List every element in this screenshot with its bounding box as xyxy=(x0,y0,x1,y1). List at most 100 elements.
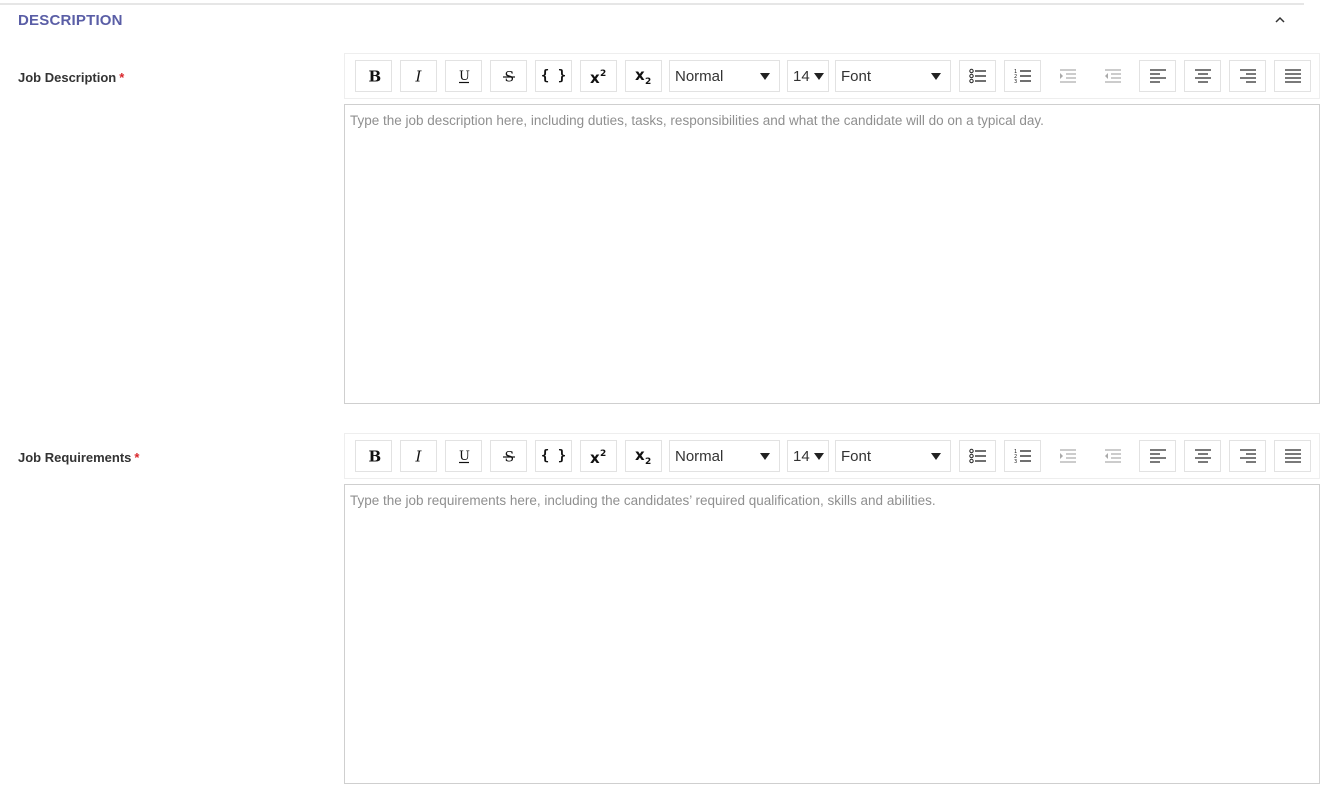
svg-text:x: x xyxy=(635,68,645,84)
svg-text:2: 2 xyxy=(645,77,651,84)
font-size-select[interactable]: 14 xyxy=(787,440,829,472)
subscript-button[interactable]: x2 xyxy=(625,60,662,92)
subscript-icon: x2 xyxy=(635,448,651,464)
underline-icon: U xyxy=(458,69,470,84)
caret-down-icon xyxy=(931,453,941,460)
bullet-list-icon xyxy=(968,68,986,84)
caret-down-icon xyxy=(814,73,824,80)
job-requirements-placeholder: Type the job requirements here, includin… xyxy=(350,493,936,508)
indent-icon xyxy=(1059,449,1076,463)
numbered-list-icon: 123 xyxy=(1014,449,1031,464)
italic-icon: I xyxy=(414,448,422,464)
strikethrough-icon: S xyxy=(502,450,515,464)
svg-text:x: x xyxy=(590,449,600,464)
italic-button[interactable]: I xyxy=(400,60,437,92)
job-description-placeholder: Type the job description here, including… xyxy=(350,113,1044,128)
align-justify-button[interactable] xyxy=(1274,440,1311,472)
block-format-select[interactable]: Normal xyxy=(669,440,780,472)
outdent-icon xyxy=(1104,449,1121,463)
job-description-input[interactable]: Type the job description here, including… xyxy=(344,104,1320,404)
code-braces-icon: { } xyxy=(540,68,567,84)
block-format-value: Normal xyxy=(675,447,724,465)
align-right-button[interactable] xyxy=(1229,440,1266,472)
svg-text:B: B xyxy=(368,448,381,464)
numbered-list-button[interactable]: 123 xyxy=(1004,440,1041,472)
bullet-list-button[interactable] xyxy=(959,440,996,472)
italic-button[interactable]: I xyxy=(400,440,437,472)
section-title: DESCRIPTION xyxy=(18,12,123,29)
underline-button[interactable]: U xyxy=(445,60,482,92)
caret-down-icon xyxy=(760,453,770,460)
superscript-icon: x2 xyxy=(590,449,606,464)
caret-down-icon xyxy=(814,453,824,460)
svg-text:I: I xyxy=(414,448,422,464)
outdent-icon xyxy=(1104,69,1121,83)
svg-text:3: 3 xyxy=(1014,459,1017,464)
align-center-button[interactable] xyxy=(1184,60,1221,92)
align-right-icon xyxy=(1239,69,1256,83)
job-requirements-toolbar: B I U S { } x2 x2 Normal 14 Font 1 2 3 xyxy=(344,433,1320,479)
outdent-button[interactable] xyxy=(1094,60,1131,92)
required-marker: * xyxy=(134,450,140,465)
align-right-icon xyxy=(1239,449,1256,463)
bullet-list-icon xyxy=(968,448,986,464)
font-size-value: 14 xyxy=(793,447,810,465)
code-braces-icon: { } xyxy=(540,448,567,464)
bold-button[interactable]: B xyxy=(355,60,392,92)
strikethrough-button[interactable]: S xyxy=(490,440,527,472)
job-requirements-label: Job Requirements * xyxy=(18,450,140,465)
outdent-button[interactable] xyxy=(1094,440,1131,472)
svg-text:2: 2 xyxy=(645,457,651,464)
align-left-button[interactable] xyxy=(1139,440,1176,472)
indent-button[interactable] xyxy=(1049,440,1086,472)
svg-text:U: U xyxy=(459,449,470,464)
job-description-label: Job Description * xyxy=(18,70,125,85)
section-top-divider xyxy=(0,3,1304,5)
font-family-select[interactable]: Font xyxy=(835,440,951,472)
svg-text:B: B xyxy=(368,68,381,84)
code-block-button[interactable]: { } xyxy=(535,440,572,472)
svg-text:2: 2 xyxy=(600,449,606,459)
superscript-button[interactable]: x2 xyxy=(580,60,617,92)
block-format-select[interactable]: Normal xyxy=(669,60,780,92)
bold-icon: B xyxy=(368,68,381,84)
strikethrough-button[interactable]: S xyxy=(490,60,527,92)
indent-button[interactable] xyxy=(1049,60,1086,92)
strikethrough-icon: S xyxy=(502,70,515,84)
chevron-up-icon[interactable] xyxy=(1273,13,1287,27)
svg-text:x: x xyxy=(590,69,600,84)
align-left-icon xyxy=(1149,449,1166,463)
required-marker: * xyxy=(119,70,125,85)
svg-text:x: x xyxy=(635,448,645,464)
job-requirements-input[interactable]: Type the job requirements here, includin… xyxy=(344,484,1320,784)
svg-text:I: I xyxy=(414,68,422,84)
align-left-icon xyxy=(1149,69,1166,83)
font-family-select[interactable]: Font xyxy=(835,60,951,92)
svg-text:3: 3 xyxy=(1014,79,1017,84)
align-right-button[interactable] xyxy=(1229,60,1266,92)
block-format-value: Normal xyxy=(675,67,724,85)
align-justify-icon xyxy=(1284,449,1301,463)
align-justify-button[interactable] xyxy=(1274,60,1311,92)
subscript-button[interactable]: x2 xyxy=(625,440,662,472)
align-center-button[interactable] xyxy=(1184,440,1221,472)
superscript-button[interactable]: x2 xyxy=(580,440,617,472)
font-family-value: Font xyxy=(841,67,872,85)
bullet-list-button[interactable] xyxy=(959,60,996,92)
align-left-button[interactable] xyxy=(1139,60,1176,92)
code-block-button[interactable]: { } xyxy=(535,60,572,92)
underline-button[interactable]: U xyxy=(445,440,482,472)
align-center-icon xyxy=(1194,449,1211,463)
font-size-value: 14 xyxy=(793,67,810,85)
numbered-list-button[interactable]: 123 xyxy=(1004,60,1041,92)
subscript-icon: x2 xyxy=(635,68,651,84)
italic-icon: I xyxy=(414,68,422,84)
caret-down-icon xyxy=(760,73,770,80)
font-size-select[interactable]: 14 xyxy=(787,60,829,92)
bold-button[interactable]: B xyxy=(355,440,392,472)
bold-icon: B xyxy=(368,448,381,464)
indent-icon xyxy=(1059,69,1076,83)
job-description-editor: B I U S { } x2 x2 Normal 14 Font 1 2 3 T… xyxy=(344,53,1320,404)
caret-down-icon xyxy=(931,73,941,80)
align-center-icon xyxy=(1194,69,1211,83)
